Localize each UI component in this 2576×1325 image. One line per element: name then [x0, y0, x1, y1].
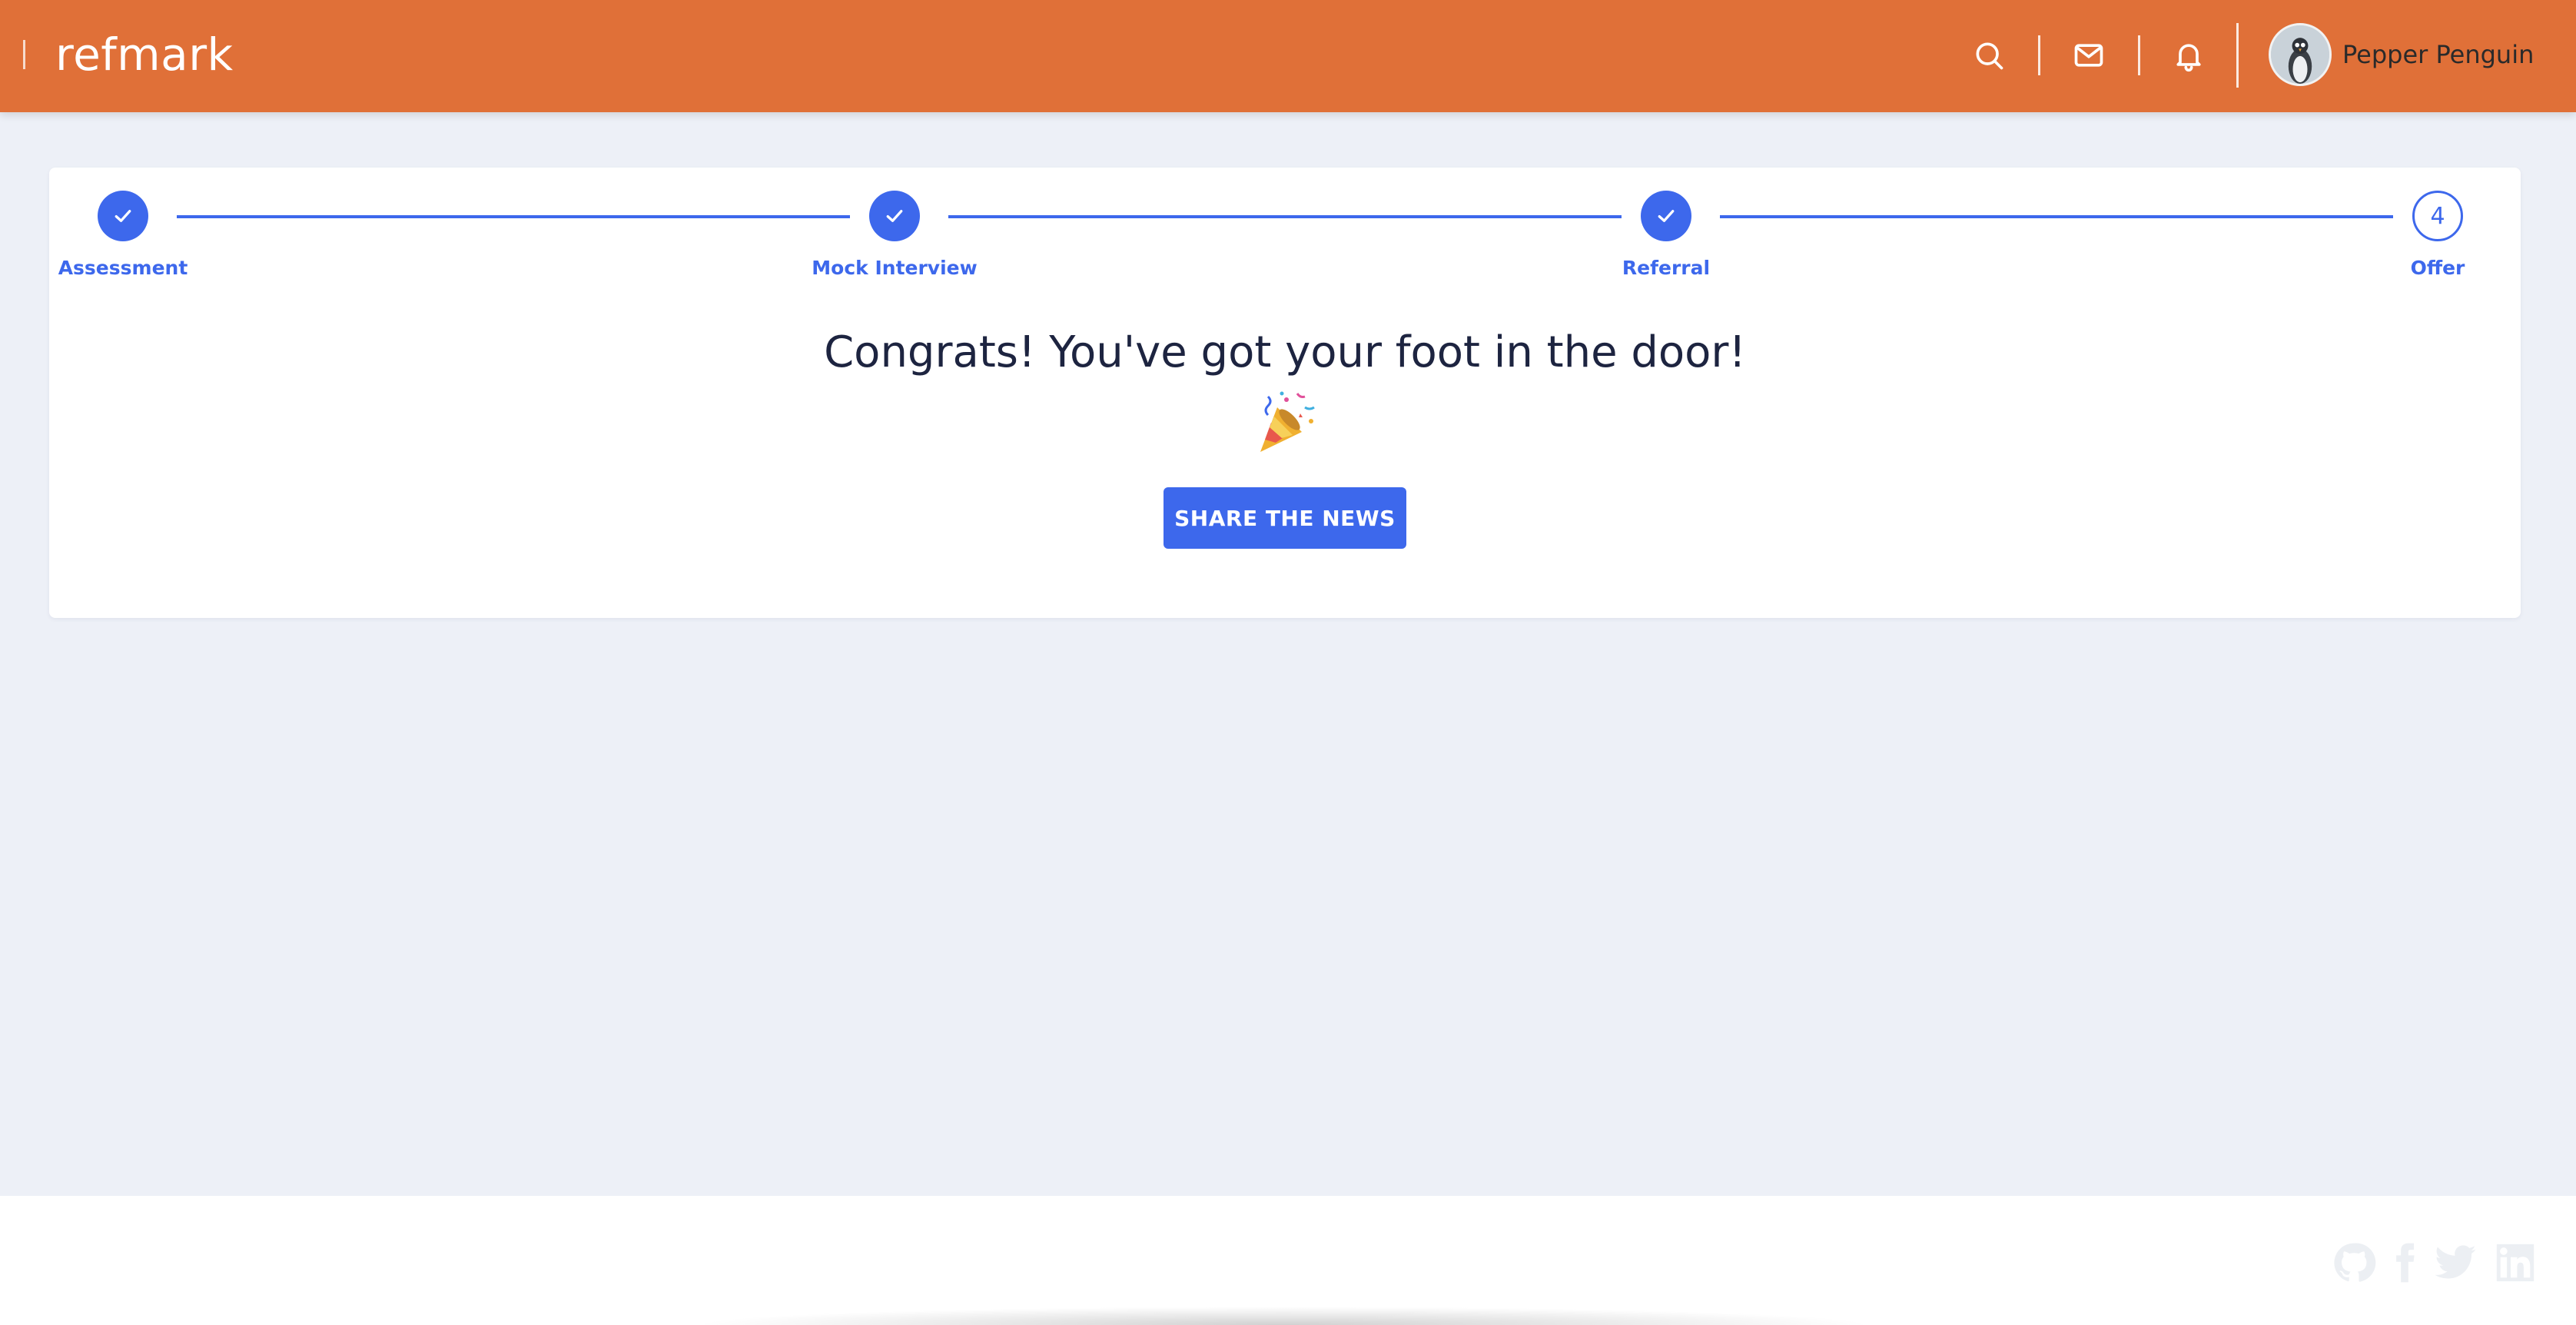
avatar[interactable] — [2269, 23, 2332, 86]
step-referral[interactable]: Referral — [1574, 191, 1758, 279]
progress-card: Assessment Mock Interview Referral 4 Off… — [49, 168, 2521, 618]
github-icon[interactable] — [2332, 1240, 2376, 1285]
bell-icon[interactable] — [2167, 34, 2210, 77]
facebook-icon[interactable] — [2382, 1240, 2427, 1285]
header-divider — [2038, 35, 2040, 75]
header-divider — [2236, 23, 2239, 88]
footer-shadow — [692, 1307, 1875, 1325]
step-assessment[interactable]: Assessment — [31, 191, 215, 279]
footer — [0, 1196, 2576, 1325]
share-news-button[interactable]: SHARE THE NEWS — [1164, 487, 1406, 549]
twitter-icon[interactable] — [2433, 1240, 2478, 1285]
search-icon[interactable] — [1967, 34, 2010, 77]
top-navbar: refmark Pepper Penguin — [0, 0, 2576, 112]
check-icon — [1641, 191, 1691, 241]
user-name[interactable]: Pepper Penguin — [2342, 38, 2534, 71]
penguin-avatar-icon — [2271, 25, 2329, 84]
step-label: Referral — [1622, 257, 1711, 279]
brand-divider — [23, 40, 25, 69]
step-connector — [177, 215, 850, 218]
congrats-headline: Congrats! You've got your foot in the do… — [824, 327, 1746, 377]
check-icon — [869, 191, 920, 241]
step-mock-interview[interactable]: Mock Interview — [802, 191, 987, 279]
linkedin-icon[interactable] — [2493, 1240, 2538, 1285]
header-divider — [2138, 35, 2140, 75]
step-connector — [1720, 215, 2393, 218]
step-label: Assessment — [58, 257, 188, 279]
brand-logo[interactable]: refmark — [55, 26, 234, 83]
step-label: Offer — [2410, 257, 2465, 279]
step-connector — [948, 215, 1622, 218]
step-number: 4 — [2412, 191, 2463, 241]
check-icon — [98, 191, 148, 241]
party-popper-icon — [1260, 391, 1315, 452]
step-offer[interactable]: 4 Offer — [2345, 191, 2530, 279]
step-label: Mock Interview — [812, 257, 978, 279]
mail-icon[interactable] — [2067, 34, 2110, 77]
